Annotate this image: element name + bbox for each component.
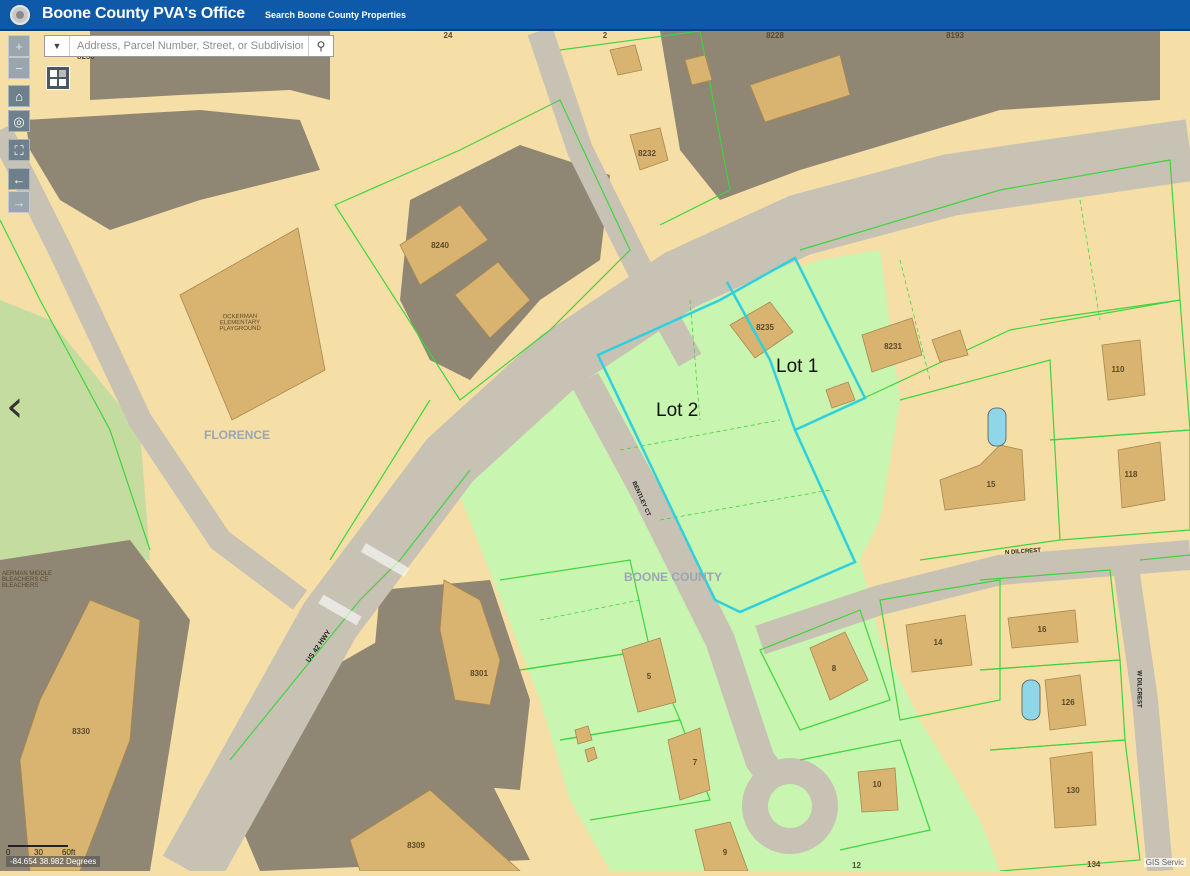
lot-1-label: Lot 1 xyxy=(776,356,819,377)
parcel-5: 5 xyxy=(647,672,652,681)
locate-icon[interactable]: ◎ xyxy=(8,110,30,132)
parcel-8235: 8235 xyxy=(756,323,774,332)
parcel-7: 7 xyxy=(693,758,698,767)
map-svg: 24 2 8228 8193 8232 8240 8235 8231 110 1… xyxy=(0,26,1190,876)
app-title: Boone County PVA's Office xyxy=(42,5,245,22)
forward-arrow-icon[interactable]: → xyxy=(8,191,30,213)
search-input[interactable] xyxy=(71,36,309,56)
area-label-boone-county: BOONE COUNTY xyxy=(624,570,723,584)
parcel-8301: 8301 xyxy=(470,669,488,678)
attribution: GIS Servic xyxy=(1143,858,1186,867)
parcel-110: 110 xyxy=(1112,365,1125,374)
parcel-8309: 8309 xyxy=(407,841,425,850)
coordinate-readout: -84.654 38.982 Degrees xyxy=(6,856,101,867)
parcel-10: 10 xyxy=(873,780,882,789)
parcel-126: 126 xyxy=(1061,698,1075,707)
home-icon[interactable]: ⌂ xyxy=(8,85,30,107)
bleachers-label: AERMAN MIDDLE BLEACHERS CE BLEACHERS xyxy=(2,571,53,589)
parcel-118: 118 xyxy=(1125,470,1138,479)
playground-label: OCKERMAN ELEMENTARY PLAYGROUND xyxy=(219,313,261,333)
app-header: Boone County PVA's Office Search Boone C… xyxy=(0,0,1190,31)
parcel-8240: 8240 xyxy=(431,241,449,250)
parcel-130: 130 xyxy=(1066,786,1080,795)
search-icon[interactable]: ⚲ xyxy=(308,36,333,56)
parcel-9: 9 xyxy=(723,848,728,857)
search-bar: ▼ ⚲ xyxy=(44,35,334,57)
parcel-8231: 8231 xyxy=(884,342,902,351)
parcel-24: 24 xyxy=(444,31,453,40)
parcel-8: 8 xyxy=(832,664,837,673)
parcel-134-partial: 134 xyxy=(1087,860,1101,869)
chevron-down-icon[interactable]: ▼ xyxy=(45,36,70,56)
parcel-8232: 8232 xyxy=(638,149,656,158)
parcel-12-partial: 12 xyxy=(852,861,861,870)
parcel-15: 15 xyxy=(987,480,996,489)
parcel-14: 14 xyxy=(934,638,943,647)
lot-2-label: Lot 2 xyxy=(656,400,699,421)
chevron-left-icon[interactable]: ‹ xyxy=(6,385,24,429)
zoom-in-button[interactable]: + xyxy=(8,35,30,57)
parcel-8228: 8228 xyxy=(766,31,784,40)
parcel-8193: 8193 xyxy=(946,31,964,40)
fullscreen-icon[interactable]: ⛶ xyxy=(8,139,30,161)
search-properties-link[interactable]: Search Boone County Properties xyxy=(265,10,406,20)
basemap-gallery-icon[interactable] xyxy=(46,66,70,90)
parcel-2: 2 xyxy=(603,31,608,40)
street-label-w-dilcrest: W DILCREST xyxy=(1135,670,1142,708)
parcel-8330: 8330 xyxy=(72,727,90,736)
back-arrow-icon[interactable]: ← xyxy=(8,168,30,190)
pva-seal-logo xyxy=(10,5,30,25)
parcel-16: 16 xyxy=(1038,625,1047,634)
area-label-florence: FLORENCE xyxy=(204,428,270,442)
map-canvas[interactable]: 24 2 8228 8193 8232 8240 8235 8231 110 1… xyxy=(0,26,1190,876)
zoom-out-button[interactable]: − xyxy=(8,57,30,79)
